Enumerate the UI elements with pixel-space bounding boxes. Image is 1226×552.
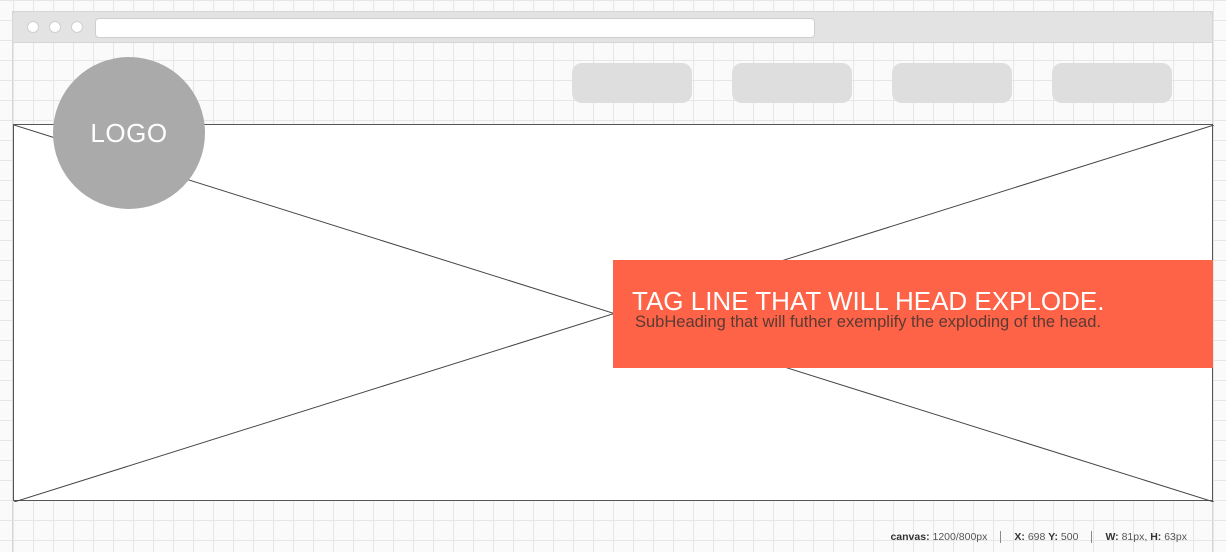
w-value: 81px, [1121,531,1148,543]
tagline-heading: TAG LINE THAT WILL HEAD EXPLODE. [632,286,1105,316]
close-dot-icon[interactable] [27,21,39,33]
y-value: 500 [1060,531,1079,543]
canvas-label: canvas: [890,531,930,543]
y-label: Y: [1048,531,1058,543]
x-label: X: [1014,531,1025,543]
cursor-position-readout: X: 698 Y: 500 [1000,531,1091,543]
logo[interactable]: LOGO [53,57,205,209]
minimize-dot-icon[interactable] [49,21,61,33]
logo-label: LOGO [90,117,168,148]
canvas-value: 1200/800px [932,531,988,543]
h-value: 63px [1164,531,1187,543]
canvas-size-readout: canvas: 1200/800px [877,531,1000,543]
w-label: W: [1105,531,1119,543]
x-value: 698 [1027,531,1046,543]
status-bar: canvas: 1200/800px X: 698 Y: 500 W: 81px… [877,530,1200,544]
nav-button-2[interactable] [732,63,852,103]
tagline-subheading: SubHeading that will futher exemplify th… [635,313,1101,331]
address-bar[interactable] [95,18,815,38]
browser-toolbar [12,11,1213,43]
nav-button-3[interactable] [892,63,1012,103]
h-label: H: [1150,531,1162,543]
tagline-banner: TAG LINE THAT WILL HEAD EXPLODE. SubHead… [613,260,1213,368]
selection-size-readout: W: 81px, H: 63px [1091,531,1200,543]
maximize-dot-icon[interactable] [71,21,83,33]
wireframe-canvas: LOGO TAG LINE THAT WILL HEAD EXPLODE. Su… [0,0,1226,552]
nav-button-1[interactable] [572,63,692,103]
nav-button-4[interactable] [1052,63,1172,103]
